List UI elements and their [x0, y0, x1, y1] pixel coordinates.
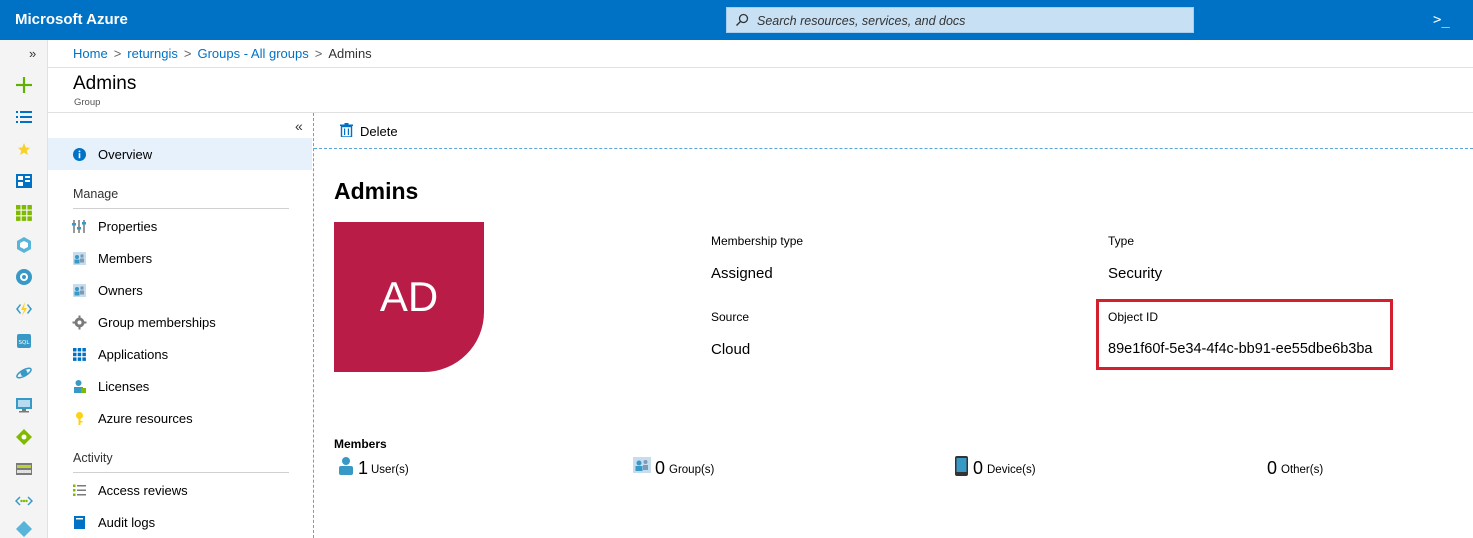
delete-label: Delete: [360, 124, 398, 139]
chevron-right-icon: >: [183, 46, 192, 61]
dashboard-icon[interactable]: [12, 170, 36, 192]
menu-item-label: Overview: [98, 147, 153, 162]
properties-icon: [72, 220, 86, 233]
blade-title: Admins: [73, 73, 137, 94]
menu-item-access-reviews[interactable]: Access reviews: [48, 474, 312, 506]
rail-expand-icon[interactable]: »: [29, 46, 36, 61]
devices-count[interactable]: 0 Device(s): [953, 456, 1063, 480]
breadcrumb: Home > returngis > Groups - All groups > Admin…: [73, 46, 372, 61]
all-resources-icon[interactable]: [12, 202, 36, 224]
divider: [48, 67, 1473, 68]
resource-groups-icon[interactable]: [12, 234, 36, 256]
breadcrumb-home[interactable]: Home: [73, 46, 108, 61]
membership-type-label: Membership type: [711, 234, 804, 248]
function-apps-icon[interactable]: [12, 298, 36, 320]
top-bar: Microsoft Azure Search resources, servic…: [0, 0, 1473, 40]
book-icon: [74, 516, 85, 529]
app-services-icon[interactable]: [12, 266, 36, 288]
menu-item-label: Audit logs: [98, 515, 156, 530]
breadcrumb-groups[interactable]: Groups - All groups: [197, 46, 308, 61]
user-icon: [339, 457, 353, 475]
create-resource-icon[interactable]: [12, 74, 36, 96]
all-services-icon[interactable]: [12, 106, 36, 128]
groups-count-value: 0: [655, 458, 666, 478]
search-placeholder[interactable]: Search resources, services, and docs: [757, 14, 965, 28]
menu-item-properties[interactable]: Properties: [48, 210, 312, 242]
menu-item-label: Azure resources: [98, 411, 193, 426]
group-avatar: AD: [334, 222, 484, 372]
menu-item-label: Owners: [98, 283, 143, 298]
devices-count-value: 0: [973, 458, 984, 478]
users-count[interactable]: 1 User(s): [337, 456, 457, 480]
azure-ad-icon[interactable]: [12, 518, 36, 538]
menu-item-licenses[interactable]: Licenses: [48, 370, 312, 402]
group-name: Admins: [334, 178, 419, 204]
users-count-value: 1: [358, 458, 369, 478]
divider: [73, 208, 289, 209]
cosmos-db-icon[interactable]: [12, 362, 36, 384]
others-count-label: Other(s): [1281, 464, 1324, 476]
license-user-icon: [74, 380, 86, 393]
storage-accounts-icon[interactable]: [12, 458, 36, 480]
menu-item-azure-resources[interactable]: Azure resources: [48, 402, 312, 434]
menu-item-label: Access reviews: [98, 483, 188, 498]
toolbar-border: [314, 148, 1473, 149]
section-activity: Activity: [73, 451, 113, 465]
sql-databases-icon[interactable]: SQL: [12, 330, 36, 352]
menu-item-group-memberships[interactable]: Group memberships: [48, 306, 312, 338]
key-icon: [76, 412, 83, 425]
menu-item-label: Group memberships: [98, 315, 216, 330]
breadcrumb-tenant[interactable]: returngis: [127, 46, 178, 61]
group-icon: [633, 457, 651, 473]
type-value: Security: [1108, 265, 1163, 282]
virtual-machines-icon[interactable]: [12, 394, 36, 416]
source-label: Source: [711, 310, 750, 324]
virtual-networks-icon[interactable]: [12, 490, 36, 512]
pane-border: [313, 113, 314, 538]
menu-item-applications[interactable]: Applications: [48, 338, 312, 370]
menu-item-label: Properties: [98, 219, 158, 234]
menu-item-owners[interactable]: Owners: [48, 274, 312, 306]
object-id-highlight: [1096, 299, 1393, 370]
search-icon: [736, 13, 749, 26]
menu-item-audit-logs[interactable]: Audit logs: [48, 506, 312, 538]
users-count-label: User(s): [371, 464, 409, 476]
others-count[interactable]: 0 Other(s): [1267, 456, 1357, 480]
chevron-right-icon: >: [314, 46, 323, 61]
owners-icon: [73, 284, 86, 297]
applications-grid-icon: [73, 348, 86, 361]
load-balancers-icon[interactable]: [12, 426, 36, 448]
cloud-shell-icon[interactable]: >_: [1433, 12, 1450, 28]
divider: [73, 472, 289, 473]
brand-title[interactable]: Microsoft Azure: [15, 11, 128, 28]
devices-count-label: Device(s): [987, 464, 1036, 476]
members-title: Members: [334, 437, 387, 451]
menu-item-label: Applications: [98, 347, 169, 362]
blade-subtitle: Group: [74, 97, 101, 108]
list-check-icon: [73, 484, 86, 496]
device-icon: [955, 456, 968, 476]
members-icon: [73, 252, 86, 265]
source-value: Cloud: [711, 341, 751, 358]
type-label: Type: [1108, 234, 1135, 248]
menu-item-label: Members: [98, 251, 153, 266]
gear-icon: [72, 315, 87, 330]
favorites-star-icon[interactable]: [12, 138, 36, 160]
menu-item-overview[interactable]: Overview: [48, 138, 312, 170]
others-count-value: 0: [1267, 458, 1278, 478]
search-box[interactable]: Search resources, services, and docs: [726, 7, 1194, 33]
collapse-menu-icon[interactable]: «: [295, 118, 303, 134]
svg-text:SQL: SQL: [19, 340, 31, 346]
groups-count[interactable]: 0 Group(s): [633, 456, 743, 480]
trash-icon: [340, 123, 353, 137]
info-icon: [73, 148, 86, 161]
membership-type-value: Assigned: [711, 265, 773, 282]
avatar-initials: AD: [379, 273, 439, 320]
groups-count-label: Group(s): [669, 464, 715, 476]
section-manage: Manage: [73, 187, 119, 201]
breadcrumb-current: Admins: [328, 46, 372, 61]
menu-item-members[interactable]: Members: [48, 242, 312, 274]
chevron-right-icon: >: [113, 46, 122, 61]
menu-item-label: Licenses: [98, 379, 150, 394]
